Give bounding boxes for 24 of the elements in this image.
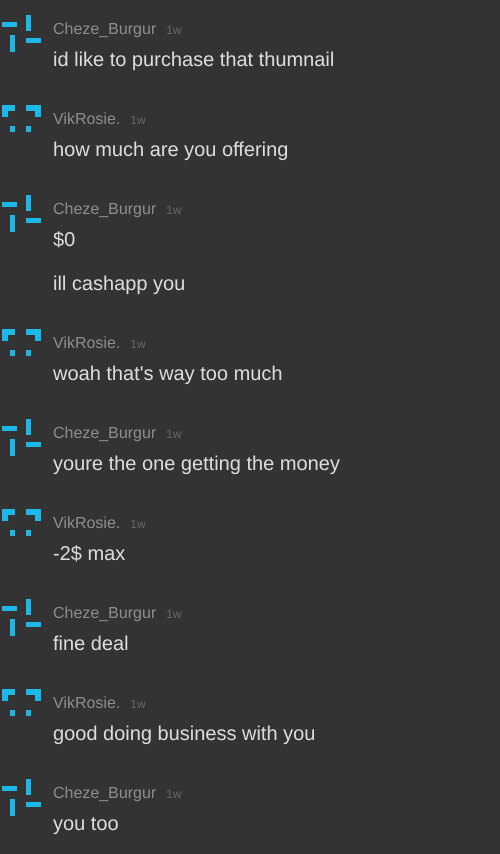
message-text: id like to purchase that thumnail: [53, 48, 334, 73]
message-text: fine deal: [53, 632, 130, 657]
avatar-icon[interactable]: [2, 419, 41, 456]
username[interactable]: VikRosie.: [53, 105, 120, 135]
message-text: $0: [53, 228, 76, 253]
username[interactable]: VikRosie.: [53, 509, 120, 539]
message-text: ill cashapp you: [53, 272, 186, 297]
username[interactable]: VikRosie.: [53, 689, 120, 719]
message-text: good doing business with you: [53, 722, 316, 747]
message-text: how much are you offering: [53, 138, 288, 163]
message-text: woah that's way too much: [53, 362, 282, 387]
avatar-icon[interactable]: [2, 15, 41, 52]
avatar-icon[interactable]: [2, 599, 41, 636]
message-text: -2$ max: [53, 542, 126, 567]
username[interactable]: Cheze_Burgur: [53, 779, 156, 809]
username[interactable]: Cheze_Burgur: [53, 195, 156, 225]
username[interactable]: Cheze_Burgur: [53, 599, 156, 629]
message-text: youre the one getting the money: [53, 452, 340, 477]
username[interactable]: Cheze_Burgur: [53, 419, 156, 449]
message-text: you too: [53, 812, 120, 837]
avatar-icon[interactable]: [2, 195, 41, 232]
avatar-icon[interactable]: [2, 779, 41, 816]
username[interactable]: Cheze_Burgur: [53, 15, 156, 45]
username[interactable]: VikRosie.: [53, 329, 120, 359]
